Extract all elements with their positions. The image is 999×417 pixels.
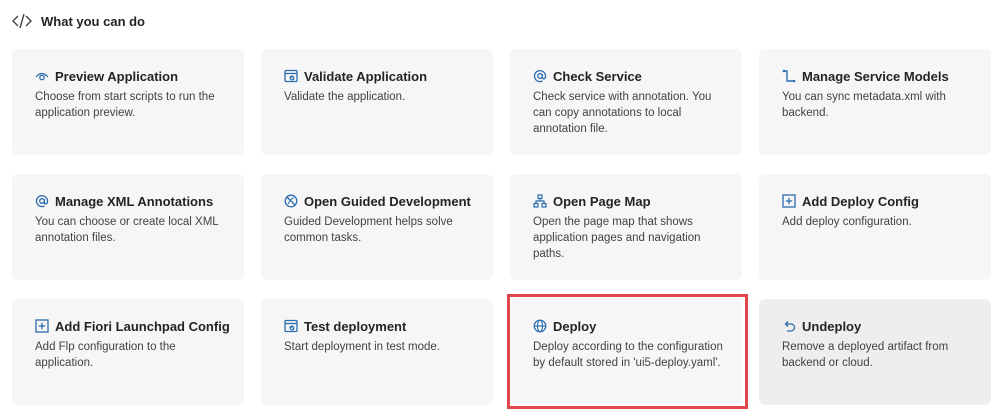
card-validate-application[interactable]: Validate Application Validate the applic… <box>261 49 493 155</box>
actions-grid: Preview Application Choose from start sc… <box>12 49 991 405</box>
card-check-service[interactable]: Check Service Check service with annotat… <box>510 49 742 155</box>
eye-icon <box>35 69 49 83</box>
card-title: Preview Application <box>55 68 179 84</box>
validate-icon <box>284 69 298 83</box>
card-title: Add Fiori Launchpad Config <box>55 318 230 334</box>
card-description: Open the page map that shows application… <box>533 216 701 260</box>
card-add-fiori-launchpad-config[interactable]: Add Fiori Launchpad Config Add Flp confi… <box>12 299 244 405</box>
card-title: Deploy <box>553 318 597 334</box>
card-title: Add Deploy Config <box>802 193 919 209</box>
card-title: Manage XML Annotations <box>55 193 214 209</box>
card-add-deploy-config[interactable]: Add Deploy Config Add deploy configurati… <box>759 174 991 280</box>
card-description: Add deploy configuration. <box>782 216 912 228</box>
card-title: Undeploy <box>802 318 862 334</box>
section-header: What you can do <box>12 10 145 32</box>
validate-icon <box>284 319 298 333</box>
card-undeploy[interactable]: Undeploy Remove a deployed artifact from… <box>759 299 991 405</box>
card-description: Check service with annotation. You can c… <box>533 91 712 135</box>
page-map-icon <box>533 194 547 208</box>
card-open-guided-development[interactable]: Open Guided Development Guided Developme… <box>261 174 493 280</box>
card-description: Guided Development helps solve common ta… <box>284 216 453 244</box>
card-description: You can choose or create local XML annot… <box>35 216 219 244</box>
card-description: Validate the application. <box>284 91 406 103</box>
card-manage-service-models[interactable]: Manage Service Models You can sync metad… <box>759 49 991 155</box>
card-title: Open Page Map <box>553 193 651 209</box>
service-model-icon <box>782 69 796 83</box>
card-deploy[interactable]: Deploy Deploy according to the configura… <box>510 299 742 405</box>
card-description: Remove a deployed artifact from backend … <box>782 341 949 369</box>
card-title: Validate Application <box>304 68 428 84</box>
section-title: What you can do <box>41 13 145 29</box>
card-test-deployment[interactable]: Test deployment Start deployment in test… <box>261 299 493 405</box>
card-title: Check Service <box>553 68 642 84</box>
card-title: Open Guided Development <box>304 193 471 209</box>
card-description: Deploy according to the configuration by… <box>533 341 723 369</box>
card-description: You can sync metadata.xml with backend. <box>782 91 946 119</box>
guided-development-icon <box>284 194 298 208</box>
at-icon <box>533 69 547 83</box>
code-icon <box>12 13 32 29</box>
card-preview-application[interactable]: Preview Application Choose from start sc… <box>12 49 244 155</box>
at-icon <box>35 194 49 208</box>
card-description: Add Flp configuration to the application… <box>35 341 176 369</box>
undo-icon <box>782 319 796 333</box>
plus-box-icon <box>782 194 796 208</box>
card-description: Start deployment in test mode. <box>284 341 440 353</box>
card-title: Test deployment <box>304 318 407 334</box>
card-open-page-map[interactable]: Open Page Map Open the page map that sho… <box>510 174 742 280</box>
plus-box-icon <box>35 319 49 333</box>
card-description: Choose from start scripts to run the app… <box>35 91 215 119</box>
globe-icon <box>533 319 547 333</box>
card-manage-xml-annotations[interactable]: Manage XML Annotations You can choose or… <box>12 174 244 280</box>
card-title: Manage Service Models <box>802 68 949 84</box>
